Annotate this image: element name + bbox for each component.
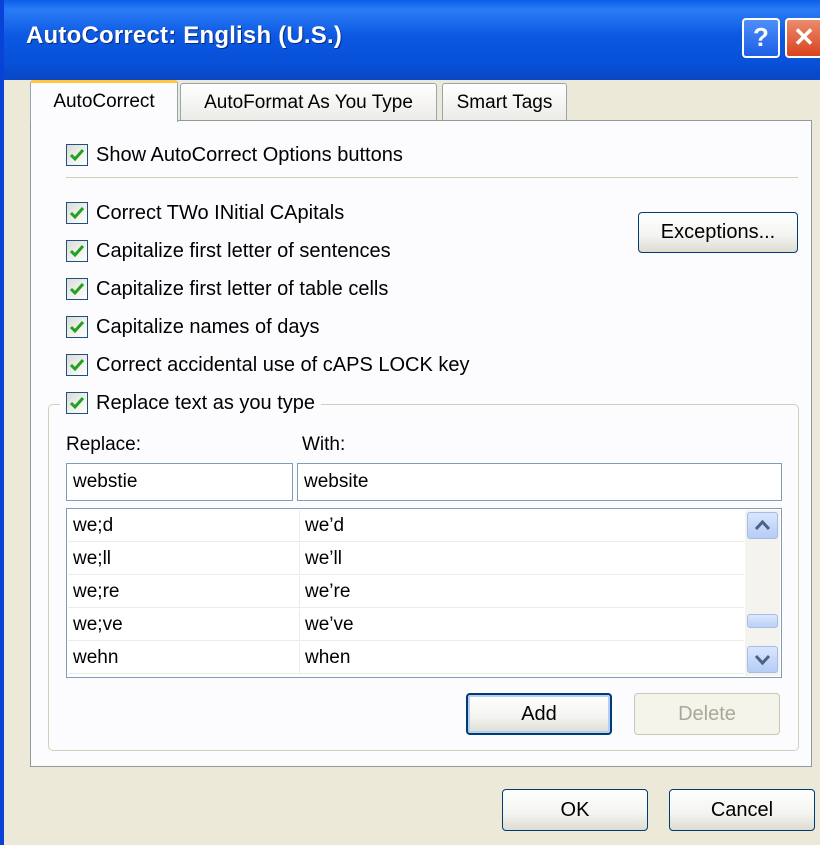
tab-smart-tags[interactable]: Smart Tags (442, 83, 567, 121)
scroll-down-button[interactable] (747, 646, 778, 673)
list-item[interactable]: we;ll we’ll (68, 543, 744, 575)
replace-text-checkbox[interactable]: Replace text as you type (60, 388, 322, 418)
checkbox-checked-icon[interactable] (66, 316, 88, 338)
close-button[interactable]: ✕ (785, 18, 820, 58)
capitalize-days-checkbox[interactable]: Capitalize names of days (66, 313, 319, 341)
list-scrollbar[interactable] (745, 510, 780, 676)
checkbox-checked-icon[interactable] (66, 278, 88, 300)
list-item[interactable]: we;ve we’ve (68, 609, 744, 641)
capitalize-sentences-checkbox[interactable]: Capitalize first letter of sentences (66, 237, 391, 265)
replace-text-label: Replace text as you type (96, 391, 316, 414)
exceptions-button[interactable]: Exceptions... (638, 212, 798, 253)
replace-cell: we;re (68, 576, 300, 607)
replace-input[interactable]: webstie (66, 463, 293, 501)
show-autocorrect-options-checkbox[interactable]: Show AutoCorrect Options buttons (66, 141, 403, 169)
replacement-list[interactable]: we;d we’d we;ll we’ll we;re we’re we;ve … (66, 508, 782, 678)
cancel-button[interactable]: Cancel (669, 789, 815, 831)
help-icon: ? (753, 22, 769, 52)
with-cell: we’re (305, 581, 351, 602)
tab-autoformat-as-you-type[interactable]: AutoFormat As You Type (180, 83, 437, 121)
correct-two-initial-capitals-checkbox[interactable]: Correct TWo INitial CApitals (66, 199, 344, 227)
window-title: AutoCorrect: English (U.S.) (26, 22, 343, 49)
checkbox-checked-icon[interactable] (66, 202, 88, 224)
with-cell: we’d (305, 515, 345, 536)
close-icon: ✕ (793, 22, 815, 52)
caps-lock-checkbox[interactable]: Correct accidental use of cAPS LOCK key (66, 351, 470, 379)
replace-cell: we;d (68, 510, 300, 541)
chevron-up-icon (754, 519, 771, 531)
separator (66, 177, 798, 178)
with-cell: we’ll (305, 548, 342, 569)
checkbox-checked-icon[interactable] (66, 144, 88, 166)
replace-cell: wehn (68, 642, 300, 673)
with-label: With: (302, 434, 346, 455)
checkbox-checked-icon[interactable] (66, 354, 88, 376)
scroll-up-button[interactable] (747, 512, 778, 539)
delete-button[interactable]: Delete (634, 693, 780, 735)
scroll-thumb[interactable] (747, 614, 778, 628)
replace-label: Replace: (66, 434, 141, 455)
title-bar[interactable]: AutoCorrect: English (U.S.) ? ✕ (4, 0, 820, 80)
replace-cell: we;ll (68, 543, 300, 574)
checkbox-checked-icon[interactable] (66, 240, 88, 262)
capitalize-table-cells-checkbox[interactable]: Capitalize first letter of table cells (66, 275, 388, 303)
chevron-down-icon (754, 654, 771, 666)
capitalize-sentences-label: Capitalize first letter of sentences (96, 239, 391, 262)
list-item[interactable]: we;d we’d (68, 510, 744, 542)
list-item[interactable]: we;re we’re (68, 576, 744, 608)
replace-cell: we;ve (68, 609, 300, 640)
ok-button[interactable]: OK (502, 789, 648, 831)
with-cell: when (305, 647, 351, 668)
caps-lock-label: Correct accidental use of cAPS LOCK key (96, 353, 470, 376)
checkbox-checked-icon[interactable] (66, 392, 88, 414)
capitalize-table-cells-label: Capitalize first letter of table cells (96, 277, 389, 300)
add-button[interactable]: Add (466, 693, 612, 735)
capitalize-days-label: Capitalize names of days (96, 315, 320, 338)
show-autocorrect-options-label: Show AutoCorrect Options buttons (96, 143, 403, 166)
list-item[interactable]: wehn when (68, 642, 744, 674)
help-button[interactable]: ? (742, 18, 780, 58)
with-cell: we’ve (305, 614, 354, 635)
with-input[interactable]: website (297, 463, 782, 501)
tab-autocorrect[interactable]: AutoCorrect (30, 80, 178, 122)
correct-two-initial-capitals-label: Correct TWo INitial CApitals (96, 201, 345, 224)
